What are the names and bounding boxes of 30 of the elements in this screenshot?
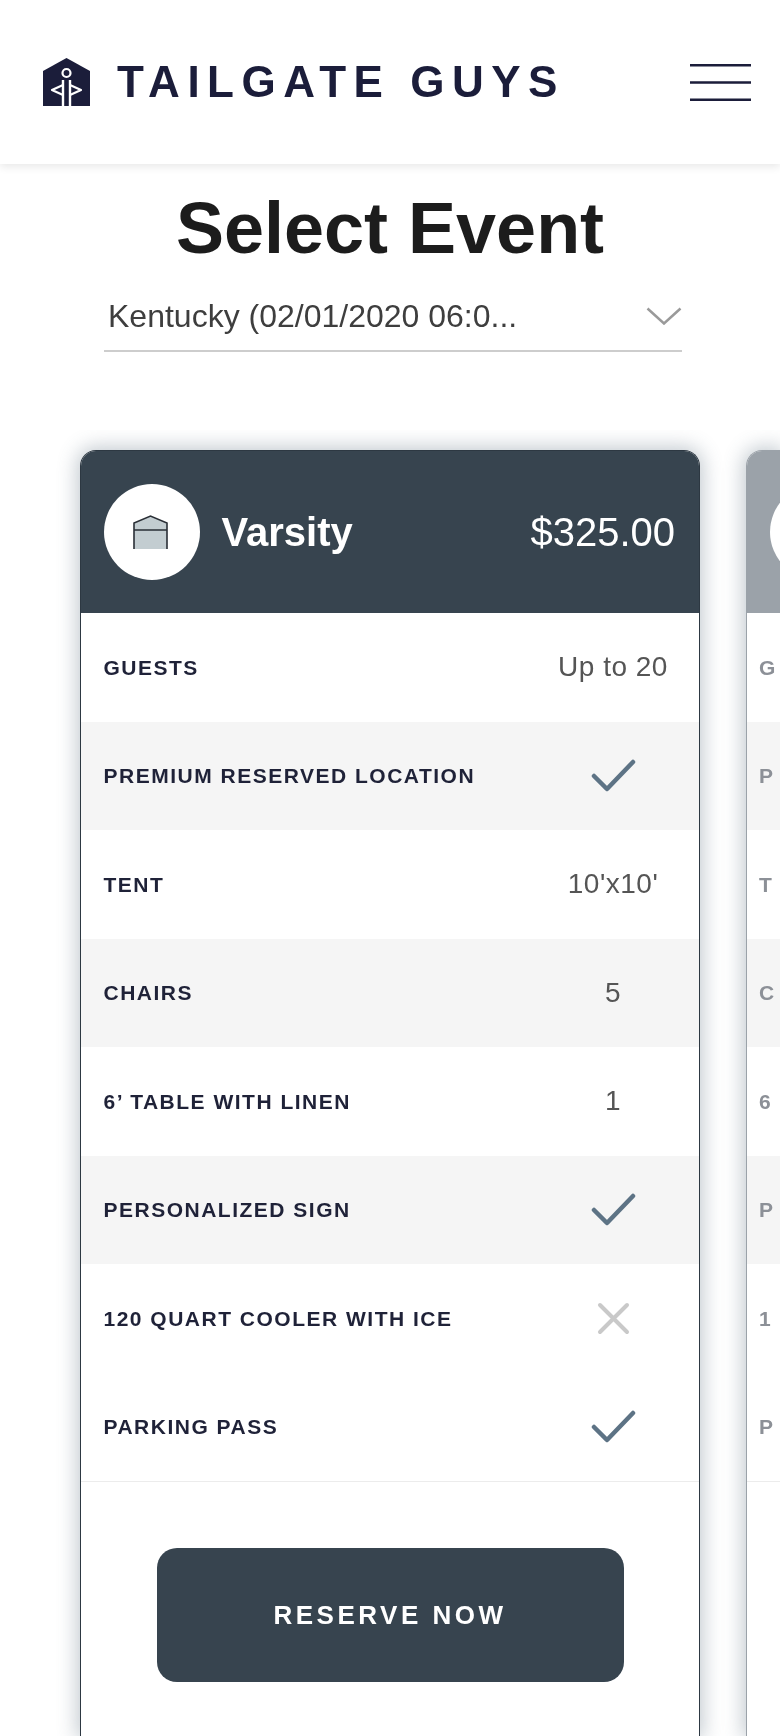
feature-label: P: [759, 1414, 775, 1440]
feature-label: GUESTS: [103, 654, 199, 680]
page-title: Select Event: [174, 188, 606, 268]
feature-label: TENT: [103, 871, 165, 897]
feature-value: Up to 20: [558, 650, 668, 685]
feature-label: P: [759, 763, 775, 789]
menu-icon[interactable]: [690, 63, 751, 101]
feature-label: 120 QUART COOLER WITH ICE: [103, 1305, 453, 1331]
brand-name[interactable]: TAILGATE GUYS: [117, 60, 565, 104]
feature-value: 10'x10': [567, 867, 659, 902]
package-name: Varsity: [221, 512, 353, 552]
package-price: $325.00: [530, 512, 675, 552]
feature-label: 1: [759, 1305, 773, 1331]
reserve-button[interactable]: RESERVE NOW: [156, 1548, 624, 1682]
tent-icon: [103, 484, 200, 580]
feature-label: G: [759, 654, 777, 680]
feature-label: C: [759, 980, 776, 1006]
feature-label: 6: [759, 1088, 773, 1114]
event-select[interactable]: Kentucky (02/01/2020 06:0...: [104, 296, 682, 352]
feature-label: PERSONALIZED SIGN: [103, 1197, 351, 1223]
feature-label: 6’ TABLE WITH LINEN: [103, 1088, 351, 1114]
logo-icon[interactable]: [43, 58, 90, 106]
feature-value: 1: [604, 1084, 622, 1119]
feature-label: PREMIUM RESERVED LOCATION: [103, 763, 476, 789]
feature-label: T: [759, 871, 774, 897]
chevron-down-icon[interactable]: [646, 307, 682, 325]
feature-value: 5: [604, 975, 622, 1010]
feature-label: CHAIRS: [103, 980, 193, 1006]
feature-label: PARKING PASS: [103, 1414, 279, 1440]
feature-label: P: [759, 1197, 775, 1223]
